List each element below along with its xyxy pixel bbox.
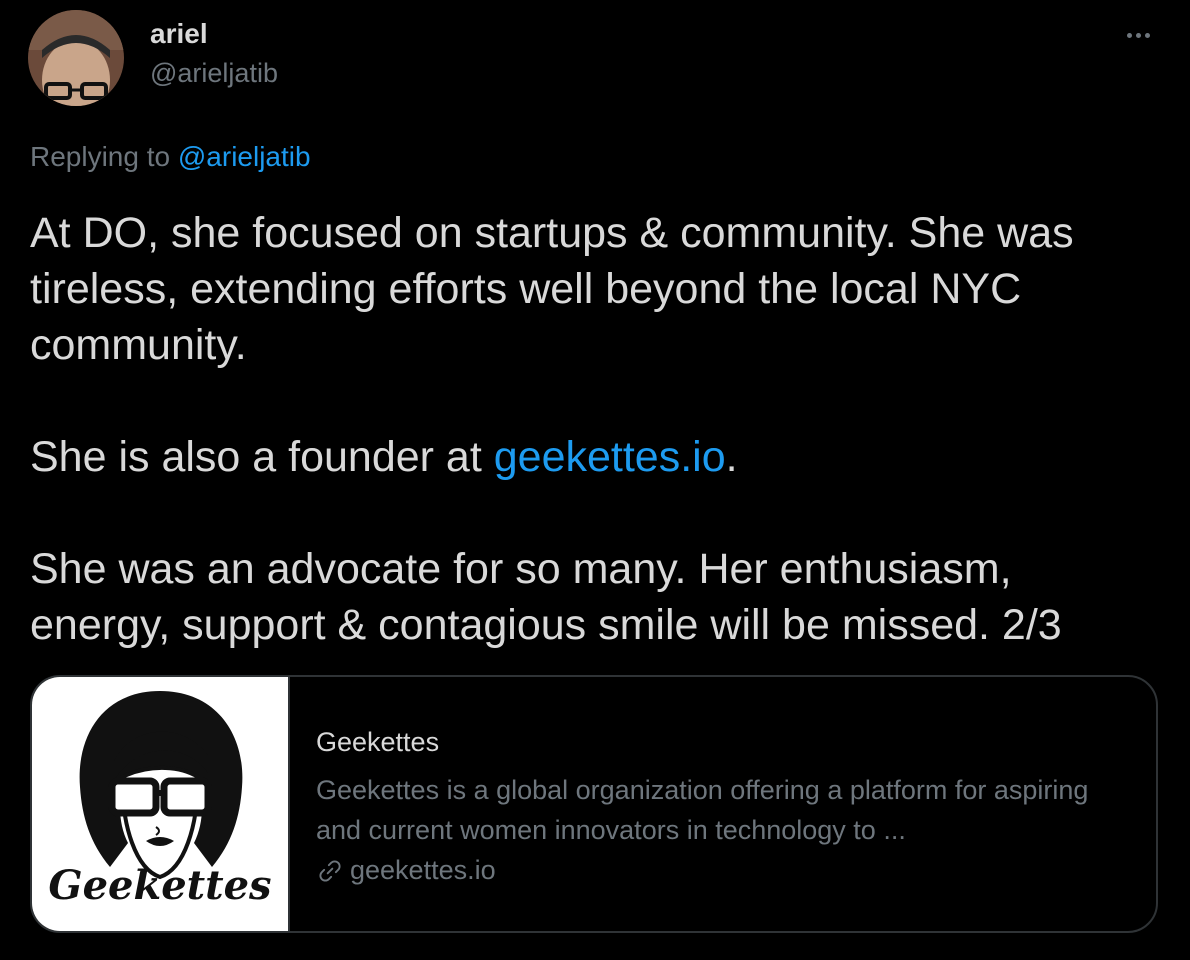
avatar[interactable] bbox=[28, 10, 124, 106]
author-handle: @arieljatib bbox=[150, 58, 278, 88]
tweet-paragraph-2: She is also a founder at geekettes.io. bbox=[30, 429, 1150, 485]
more-horizontal-icon bbox=[1126, 32, 1132, 38]
replying-to-mention[interactable]: @arieljatib bbox=[178, 141, 311, 172]
card-domain: geekettes.io bbox=[316, 855, 496, 886]
link-icon bbox=[319, 859, 341, 882]
replying-to: Replying to @arieljatib bbox=[30, 141, 311, 173]
link-preview-card[interactable]: Geekettes Geekettes Geekettes is a globa… bbox=[30, 675, 1158, 933]
replying-to-label: Replying to bbox=[30, 141, 171, 172]
card-domain-text: geekettes.io bbox=[350, 855, 496, 885]
tweet-paragraph-3: She was an advocate for so many. Her ent… bbox=[30, 545, 1062, 649]
card-title: Geekettes bbox=[316, 727, 440, 757]
card-description: Geekettes is a global organization offer… bbox=[316, 775, 1089, 845]
tweet: ariel @arieljatib Replying to @arieljati… bbox=[0, 0, 1190, 960]
geekettes-link[interactable]: geekettes.io bbox=[494, 433, 726, 481]
tweet-paragraph-2-suffix: . bbox=[725, 433, 738, 481]
card-logo-text: Geekettes bbox=[48, 862, 272, 909]
tweet-text: At DO, she focused on startups & communi… bbox=[30, 205, 1150, 653]
tweet-paragraph-2-prefix: She is also a founder at bbox=[30, 433, 494, 481]
author-display-name[interactable]: ariel bbox=[150, 18, 208, 50]
more-options-button[interactable] bbox=[1118, 20, 1158, 50]
tweet-paragraph-1: At DO, she focused on startups & communi… bbox=[30, 209, 1074, 369]
card-thumbnail: Geekettes bbox=[32, 677, 290, 931]
avatar-image bbox=[28, 10, 124, 106]
